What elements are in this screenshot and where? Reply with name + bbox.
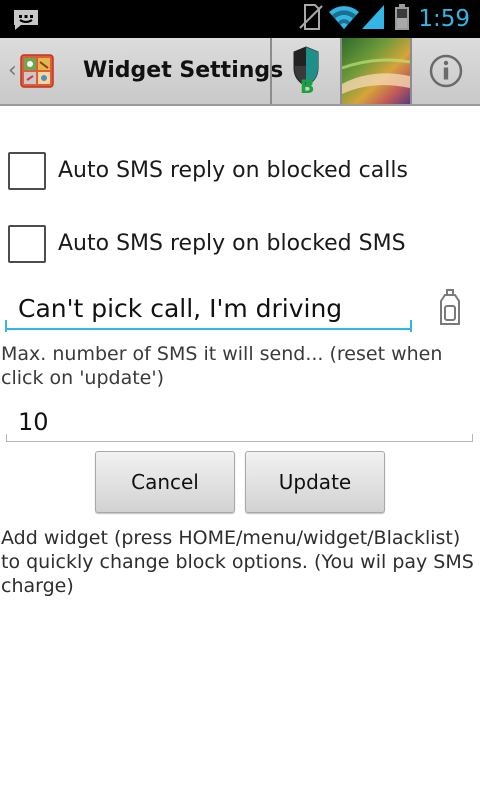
blacklist-shield-button[interactable]: B: [272, 38, 340, 104]
signal-icon: [360, 3, 386, 35]
info-button[interactable]: [412, 38, 480, 104]
shield-letter: B: [300, 76, 315, 98]
input-edge: [472, 434, 473, 442]
cancel-button[interactable]: Cancel: [95, 451, 235, 513]
reply-calls-label[interactable]: Auto SMS reply on blocked calls: [58, 158, 408, 183]
action-bar: ‹ Widget Settings B: [0, 38, 480, 106]
clock: 1:59: [418, 6, 470, 32]
max-sms-hint: Max. number of SMS it will send... (rese…: [1, 343, 443, 389]
info-icon: [429, 54, 463, 88]
update-button[interactable]: Update: [245, 451, 385, 513]
battery-icon: [394, 3, 410, 35]
status-bar: 1:59: [0, 0, 480, 38]
back-caret-icon[interactable]: ‹: [8, 58, 17, 83]
page-title: Widget Settings: [83, 58, 284, 83]
reply-sms-checkbox[interactable]: [8, 225, 46, 263]
wifi-icon: [328, 3, 360, 35]
input-edge: [6, 434, 7, 442]
reply-sms-label[interactable]: Auto SMS reply on blocked SMS: [58, 231, 406, 256]
reply-message-input[interactable]: [5, 288, 412, 330]
widget-help-text: Add widget (press HOME/menu/widget/Black…: [1, 527, 474, 597]
paste-icon[interactable]: [436, 288, 464, 332]
wallpaper-thumbnail[interactable]: [341, 38, 411, 104]
reply-calls-checkbox[interactable]: [8, 152, 46, 190]
app-icon[interactable]: [20, 54, 54, 92]
message-notification-icon: [12, 8, 40, 36]
input-edge: [5, 320, 7, 332]
input-edge: [410, 320, 412, 332]
max-sms-input[interactable]: [6, 402, 473, 442]
no-sim-icon: [296, 2, 326, 36]
